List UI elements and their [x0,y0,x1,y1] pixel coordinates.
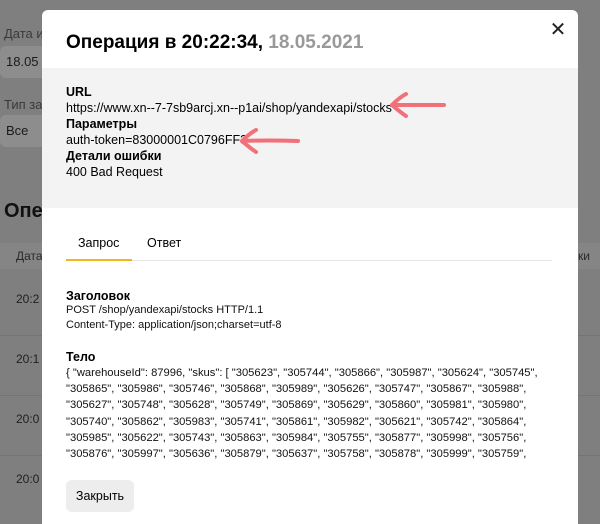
close-button[interactable]: Закрыть [66,480,134,512]
params-label: Параметры [66,117,137,131]
bg-type-value: Все [6,123,29,138]
modal-title-date: 18.05.2021 [268,32,364,53]
bg-date-field: 18.05 [0,46,48,78]
operation-modal: ✕ Операция в 20:22:34, 18.05.2021 URL ht… [42,10,578,524]
bg-type-label: Тип за [4,97,43,112]
bg-row-cell: 20:2 [16,292,40,306]
tab-request[interactable]: Запрос [78,236,119,250]
bg-row-cell: 20:1 [16,352,40,366]
headers-title: Заголовок [66,289,130,303]
modal-title: Операция в 20:22:34, 18.05.2021 [66,32,363,54]
close-icon[interactable]: ✕ [548,20,568,40]
operation-info-panel: URL https://www.xn--7-7sb9arcj.xn--p1ai/… [42,68,578,208]
annotation-arrow-icon [240,128,300,154]
headers-line: Content-Type: application/json;charset=u… [66,319,282,331]
annotation-arrow-icon [390,92,446,118]
bg-type-field: Все [0,115,48,147]
url-label: URL [66,85,92,99]
url-value: https://www.xn--7-7sb9arcj.xn--p1ai/shop… [66,101,392,115]
request-response-tabs: Запрос Ответ [66,233,552,261]
bg-col-date: Дата [16,249,43,263]
body-title: Тело [66,350,96,364]
error-value: 400 Bad Request [66,165,163,179]
bg-row-cell: 20:0 [16,472,40,486]
bg-row-cell: 20:0 [16,412,40,426]
bg-date-label: Дата и [4,26,44,41]
error-label: Детали ошибки [66,149,162,163]
modal-title-main: Операция в 20:22:34, [66,32,264,53]
headers-line: POST /shop/yandexapi/stocks HTTP/1.1 [66,304,264,316]
bg-date-value: 18.05 [6,54,39,69]
params-value: auth-token=83000001C0796FF3 [66,133,248,147]
tab-response[interactable]: Ответ [147,236,181,250]
bg-col-right: ки [578,249,590,263]
active-tab-indicator [66,259,132,261]
body-text: { "warehouseId": 87996, "skus": [ "30562… [66,367,538,461]
